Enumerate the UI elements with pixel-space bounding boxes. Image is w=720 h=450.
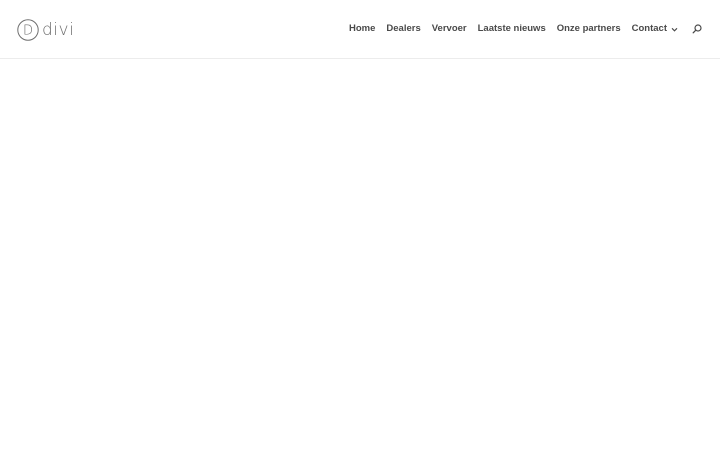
nav-item-label: Laatste nieuws [477, 23, 546, 34]
nav-item-home[interactable]: Home [349, 21, 375, 37]
logo-text: divi [42, 20, 75, 40]
nav-item-label: Onze partners [556, 23, 621, 34]
nav-item-label: Dealers [386, 23, 421, 34]
nav-item-onze-partners[interactable]: Onze partners [557, 21, 621, 37]
nav-item-label: Home [349, 23, 376, 34]
main-nav: Home Dealers Vervoer Laatste nieuws Onze… [349, 21, 704, 37]
site-header: D divi Home Dealers Vervoer Laatste nieu… [0, 0, 720, 59]
main-content [0, 59, 720, 450]
nav-item-vervoer[interactable]: Vervoer [432, 21, 467, 37]
site-logo[interactable]: D divi [17, 18, 74, 42]
nav-item-contact[interactable]: Contact [632, 21, 678, 37]
nav-item-laatste-nieuws[interactable]: Laatste nieuws [478, 21, 546, 37]
logo-letter: D [23, 24, 33, 39]
nav-item-label: Contact [631, 23, 667, 34]
search-button[interactable] [690, 22, 704, 36]
divi-logo-icon: D [17, 19, 39, 41]
nav-item-dealers[interactable]: Dealers [386, 21, 420, 37]
page: D divi Home Dealers Vervoer Laatste nieu… [0, 0, 720, 450]
nav-item-label: Vervoer [431, 23, 467, 34]
search-icon [692, 24, 702, 34]
chevron-down-icon [671, 27, 678, 32]
